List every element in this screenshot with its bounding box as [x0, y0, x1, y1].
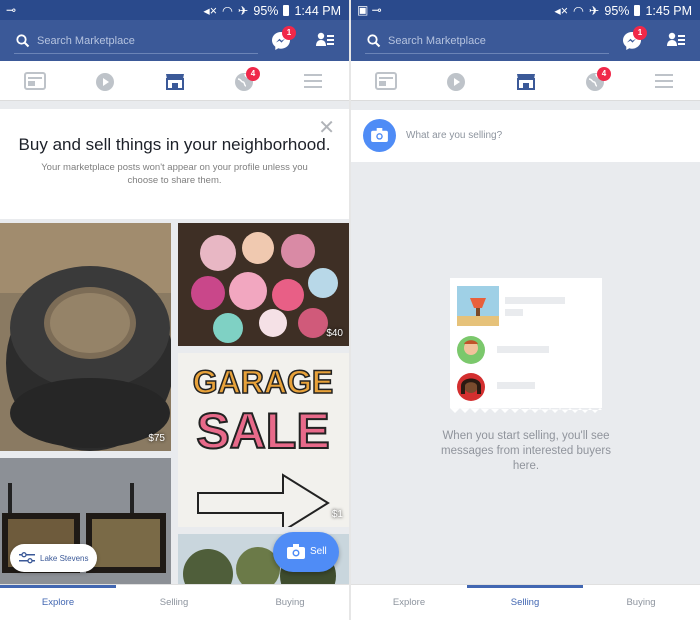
clothes-photo	[178, 223, 349, 346]
messenger-button[interactable]: 1	[270, 26, 296, 52]
tires-photo	[0, 223, 171, 451]
notifications-badge: 4	[246, 67, 260, 81]
marketplace-icon[interactable]	[516, 72, 536, 90]
marketplace-tabs: Explore Selling Buying	[0, 584, 349, 620]
search-icon	[16, 34, 30, 48]
search-placeholder: Search Marketplace	[37, 35, 135, 47]
listing-tile[interactable]: $75	[0, 223, 171, 451]
status-bar: ▣ ⊸ ◂× ◠ ✈ 95% 1:45 PM	[351, 0, 700, 20]
messenger-badge: 1	[282, 26, 296, 40]
notifications-tab[interactable]: 4	[585, 67, 611, 97]
tab-selling[interactable]: Selling	[467, 597, 583, 608]
messenger-button[interactable]: 1	[621, 26, 647, 52]
clock: 1:44 PM	[294, 3, 341, 18]
clock: 1:45 PM	[645, 3, 692, 18]
menu-icon[interactable]	[655, 74, 673, 88]
main-nav: 4	[0, 61, 349, 101]
listing-price: $1	[331, 509, 343, 520]
active-tab-indicator	[0, 585, 116, 588]
location-label: Lake Stevens	[40, 554, 89, 563]
tab-selling[interactable]: Selling	[116, 597, 232, 608]
news-feed-icon[interactable]	[375, 72, 397, 90]
listing-price: $40	[326, 328, 343, 339]
empty-state: When you start selling, you'll see messa…	[351, 162, 700, 584]
sell-prompt-row[interactable]: What are you selling?	[351, 110, 700, 162]
search-input[interactable]: Search Marketplace	[365, 28, 609, 54]
mute-icon: ◂×	[554, 4, 568, 18]
marketplace-tabs: Explore Selling Buying	[351, 584, 700, 620]
friend-requests-icon	[667, 32, 685, 46]
main-nav: 4	[351, 61, 700, 101]
camera-icon	[287, 544, 305, 559]
active-tab-indicator	[467, 585, 583, 588]
camera-icon	[371, 128, 388, 142]
section-gap	[351, 101, 700, 110]
friend-requests-icon	[316, 32, 334, 46]
listing-price: $75	[148, 433, 165, 444]
tab-buying[interactable]: Buying	[583, 597, 699, 608]
status-bar: ⊸ ◂× ◠ ✈ 95% 1:44 PM	[0, 0, 349, 20]
battery-level: 95%	[604, 3, 630, 18]
listing-tile[interactable]: GARAGE SALE $1	[178, 353, 349, 527]
battery-level: 95%	[253, 3, 279, 18]
message-list-illustration	[450, 278, 602, 413]
listing-tile[interactable]: $40	[178, 223, 349, 346]
mute-icon: ◂×	[203, 4, 217, 18]
airplane-icon: ✈	[588, 4, 600, 18]
empty-state-message: When you start selling, you'll see messa…	[440, 430, 612, 472]
intro-banner: ✕ Buy and sell things in your neighborho…	[0, 101, 349, 219]
notifications-badge: 4	[597, 67, 611, 81]
tab-buying[interactable]: Buying	[232, 597, 348, 608]
messenger-badge: 1	[633, 26, 647, 40]
marketplace-icon[interactable]	[165, 72, 185, 90]
search-icon	[367, 34, 381, 48]
banner-subtitle: Your marketplace posts won't appear on y…	[41, 162, 308, 186]
search-input[interactable]: Search Marketplace	[14, 28, 258, 54]
listing-grid: $75 $40 GARAGE SALE $1	[0, 219, 349, 584]
wifi-icon: ◠	[222, 4, 233, 18]
friend-requests-button[interactable]	[667, 32, 685, 53]
tab-explore[interactable]: Explore	[351, 597, 467, 608]
banner-title: Buy and sell things in your neighborhood…	[18, 135, 331, 154]
empty-state-illustration	[450, 278, 602, 413]
news-feed-icon[interactable]	[24, 72, 46, 90]
notifications-tab[interactable]: 4	[234, 67, 260, 97]
wifi-icon: ◠	[573, 4, 584, 18]
filter-sliders-icon	[19, 552, 35, 564]
sell-label: Sell	[310, 546, 327, 557]
camera-button[interactable]	[363, 119, 396, 152]
sell-prompt: What are you selling?	[406, 130, 503, 141]
tab-explore[interactable]: Explore	[0, 597, 116, 608]
marketplace-explore-screen: ⊸ ◂× ◠ ✈ 95% 1:44 PM Search Marketplace …	[0, 0, 349, 620]
svg-text:GARAGE: GARAGE	[193, 364, 333, 400]
battery-icon	[634, 5, 641, 16]
key-icon: ⊸	[6, 3, 17, 17]
garage-sale-photo: GARAGE SALE	[178, 353, 349, 527]
video-icon[interactable]	[95, 72, 115, 92]
top-header: Search Marketplace 1	[351, 20, 700, 61]
friend-requests-button[interactable]	[316, 32, 334, 53]
sell-button[interactable]: Sell	[273, 532, 339, 572]
video-icon[interactable]	[446, 72, 466, 92]
search-placeholder: Search Marketplace	[388, 35, 486, 47]
location-filter-button[interactable]: Lake Stevens	[10, 544, 97, 572]
image-notification-icon: ▣ ⊸	[357, 3, 382, 17]
menu-icon[interactable]	[304, 74, 322, 88]
marketplace-selling-screen: ▣ ⊸ ◂× ◠ ✈ 95% 1:45 PM Search Marketplac…	[351, 0, 700, 620]
svg-text:SALE: SALE	[196, 403, 329, 459]
battery-icon	[283, 5, 290, 16]
airplane-icon: ✈	[237, 4, 249, 18]
top-header: Search Marketplace 1	[0, 20, 349, 61]
